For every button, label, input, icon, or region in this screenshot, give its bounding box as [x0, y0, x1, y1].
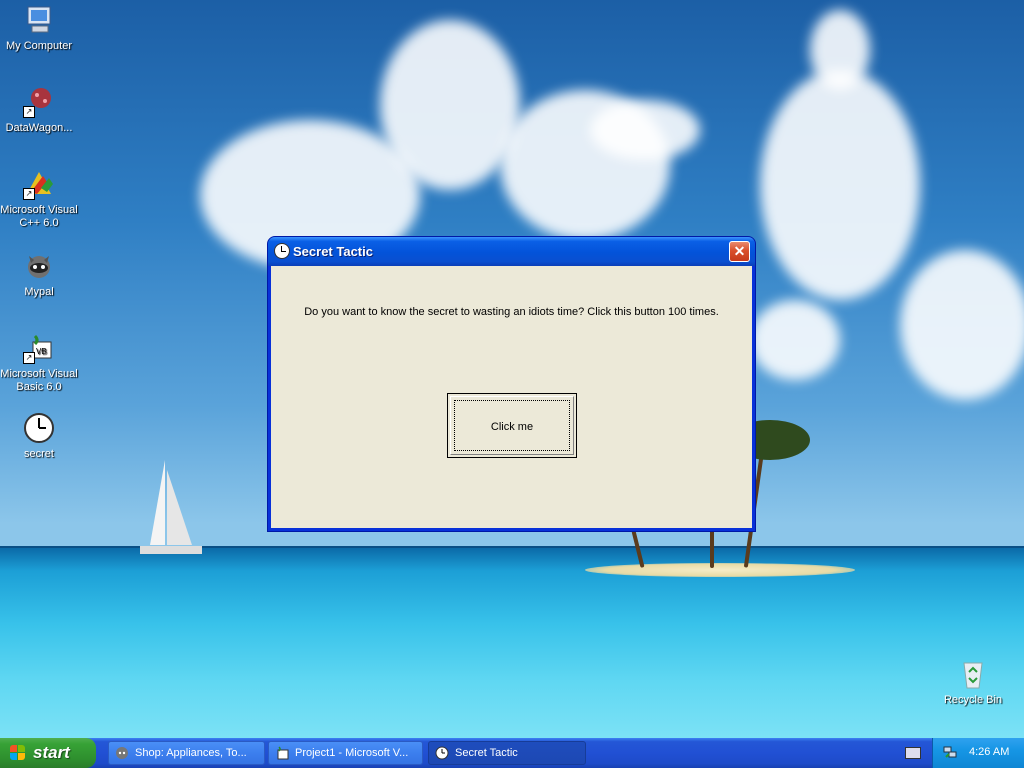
visual-basic-icon: VB ↗ — [23, 332, 55, 364]
desktop-icon-visual-cpp[interactable]: ↗ Microsoft Visual C++ 6.0 — [0, 168, 78, 230]
cloud — [590, 100, 700, 160]
sea — [0, 548, 1024, 738]
dialog-message: Do you want to know the secret to wastin… — [304, 306, 719, 318]
network-icon[interactable] — [943, 745, 957, 759]
recycle-bin-icon — [957, 658, 989, 690]
clock[interactable]: 4:26 AM — [969, 746, 1009, 758]
taskbar-item-label: Project1 - Microsoft V... — [295, 747, 409, 759]
taskbar-item-label: Secret Tactic — [455, 747, 518, 759]
desktop-icon-secret[interactable]: secret — [0, 412, 78, 461]
svg-text:VB: VB — [36, 347, 47, 356]
window-titlebar[interactable]: Secret Tactic ✕ — [268, 237, 755, 266]
desktop-icon-recycle-bin[interactable]: Recycle Bin — [934, 658, 1012, 707]
desktop-icon-label: secret — [24, 448, 54, 460]
cloud — [760, 70, 920, 300]
window-client-area: Do you want to know the secret to wastin… — [271, 266, 752, 528]
cloud — [810, 10, 870, 90]
desktop-icon-mypal[interactable]: Mypal — [0, 250, 78, 299]
taskbar-item-project1[interactable]: Project1 - Microsoft V... — [268, 741, 423, 765]
taskbar-item-label: Shop: Appliances, To... — [135, 747, 247, 759]
shortcut-arrow-icon: ↗ — [23, 188, 35, 200]
click-me-button-face: Click me — [450, 396, 574, 455]
shortcut-arrow-icon: ↗ — [23, 352, 35, 364]
close-button[interactable]: ✕ — [729, 241, 750, 262]
desktop-icon-label: Mypal — [24, 286, 54, 298]
sailboat — [140, 460, 202, 554]
mypal-icon — [116, 747, 128, 759]
shortcut-arrow-icon: ↗ — [23, 106, 35, 118]
window-title: Secret Tactic — [293, 244, 373, 259]
desktop-icon-label: Recycle Bin — [943, 694, 1003, 706]
visual-basic-icon — [277, 746, 289, 760]
taskbar: start Shop: Appliances, To... Project1 -… — [0, 738, 1024, 768]
desktop-icon-label: DataWagon... — [5, 122, 73, 134]
desktop-icon-label: My Computer — [5, 40, 73, 52]
cloud — [380, 20, 520, 190]
taskbar-item-secret-tactic[interactable]: Secret Tactic — [428, 741, 586, 765]
desktop-icon-my-computer[interactable]: My Computer — [0, 4, 78, 53]
my-computer-icon — [23, 4, 55, 36]
start-label: start — [33, 743, 70, 762]
start-button[interactable]: start — [0, 738, 96, 768]
palm-trunk — [710, 530, 714, 568]
click-me-button-label: Click me — [490, 421, 534, 433]
secret-tactic-window: Secret Tactic ✕ Do you want to know the … — [268, 237, 755, 531]
mypal-icon — [23, 250, 55, 282]
cloud — [900, 250, 1024, 400]
keyboard-icon[interactable] — [905, 747, 921, 759]
cloud — [750, 300, 840, 380]
visual-cpp-icon: ↗ — [23, 168, 55, 200]
desktop-icon-datawagon[interactable]: ↗ DataWagon... — [0, 86, 78, 135]
system-tray: 4:26 AM — [932, 738, 1024, 768]
taskbar-item-shop[interactable]: Shop: Appliances, To... — [108, 741, 265, 765]
clock-icon — [23, 412, 55, 444]
clock-icon — [435, 746, 449, 760]
clock-icon — [274, 243, 290, 259]
click-me-button[interactable]: Click me — [447, 393, 577, 458]
desktop-icon-label: Microsoft Visual Basic 6.0 — [0, 368, 78, 393]
datawagon-icon: ↗ — [23, 86, 55, 118]
windows-logo-icon — [10, 745, 26, 761]
desktop-icon-visual-basic[interactable]: VB ↗ Microsoft Visual Basic 6.0 — [0, 332, 78, 394]
island — [585, 563, 855, 577]
desktop-icon-label: Microsoft Visual C++ 6.0 — [0, 204, 78, 229]
